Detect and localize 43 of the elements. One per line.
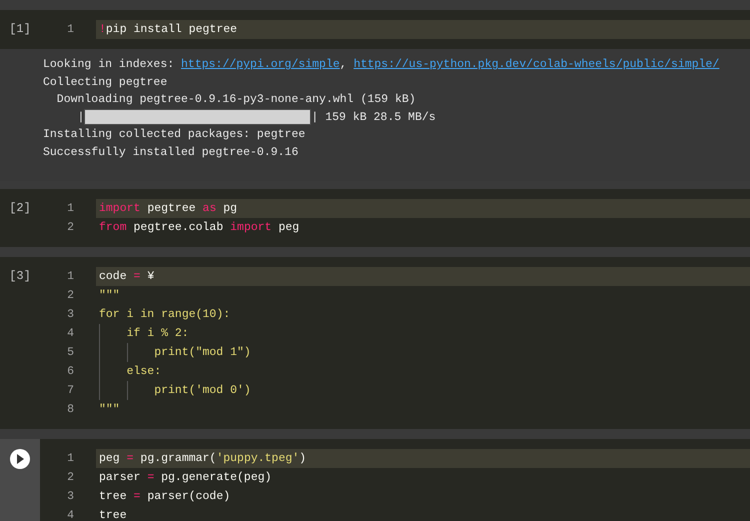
execution-count: [1]	[9, 21, 31, 38]
code-text: import pegtree as pg	[99, 200, 238, 217]
code-text: """	[99, 402, 120, 418]
code-text: parser = pg.generate(peg)	[99, 470, 272, 486]
output-text: Installing collected packages: pegtree	[43, 127, 306, 143]
line-number: 2	[66, 220, 75, 236]
output-text: Looking in indexes:	[43, 57, 176, 73]
output-text: Collecting pegtree	[43, 74, 168, 90]
index-link[interactable]: https://us-python.pkg.dev/colab-wheels/public/simple/	[354, 56, 720, 74]
line-number: 7	[66, 382, 75, 399]
line-number: 1	[66, 22, 75, 38]
code-text: print("mod 1")	[154, 344, 251, 361]
line-number: 1	[66, 450, 75, 467]
code-text: """	[99, 288, 120, 304]
code-text: print('mod 0')	[154, 382, 251, 399]
progress-prefix: |	[76, 110, 84, 126]
line-number: 2	[66, 470, 75, 486]
line-number: 3	[66, 488, 75, 505]
execution-count: [3]	[9, 268, 31, 285]
output-text: ,	[340, 57, 348, 73]
line-number: 1	[66, 200, 75, 217]
code-text: !pip install pegtree	[99, 22, 238, 38]
line-number: 3	[66, 306, 75, 323]
progress-reading: | 159 kB 28.5 MB/s	[311, 110, 436, 126]
line-number: 4	[66, 508, 75, 521]
code-text: if i % 2:	[126, 326, 189, 342]
output-text: Downloading pegtree-0.9.16-py3-none-any.whl (159 kB)	[56, 92, 417, 108]
code-text: tree	[99, 508, 127, 521]
line-number: 1	[66, 268, 75, 285]
execution-count: [2]	[9, 200, 31, 217]
code-text: from pegtree.colab import peg	[99, 220, 300, 236]
code-text: for i in range(10):	[99, 306, 230, 323]
line-number: 2	[66, 288, 75, 304]
code-text: tree = parser(code)	[99, 488, 230, 505]
code-text: peg = pg.grammar('puppy.tpeg')	[99, 450, 306, 467]
code-text: else:	[126, 364, 162, 380]
line-number: 4	[66, 326, 75, 342]
line-number: 6	[66, 364, 75, 380]
code-text: code = ¥	[99, 268, 154, 285]
line-number: 8	[66, 402, 75, 418]
line-number: 5	[66, 344, 75, 361]
index-link[interactable]: https://pypi.org/simple	[181, 56, 340, 74]
output-text: Successfully installed pegtree-0.9.16	[43, 144, 300, 160]
